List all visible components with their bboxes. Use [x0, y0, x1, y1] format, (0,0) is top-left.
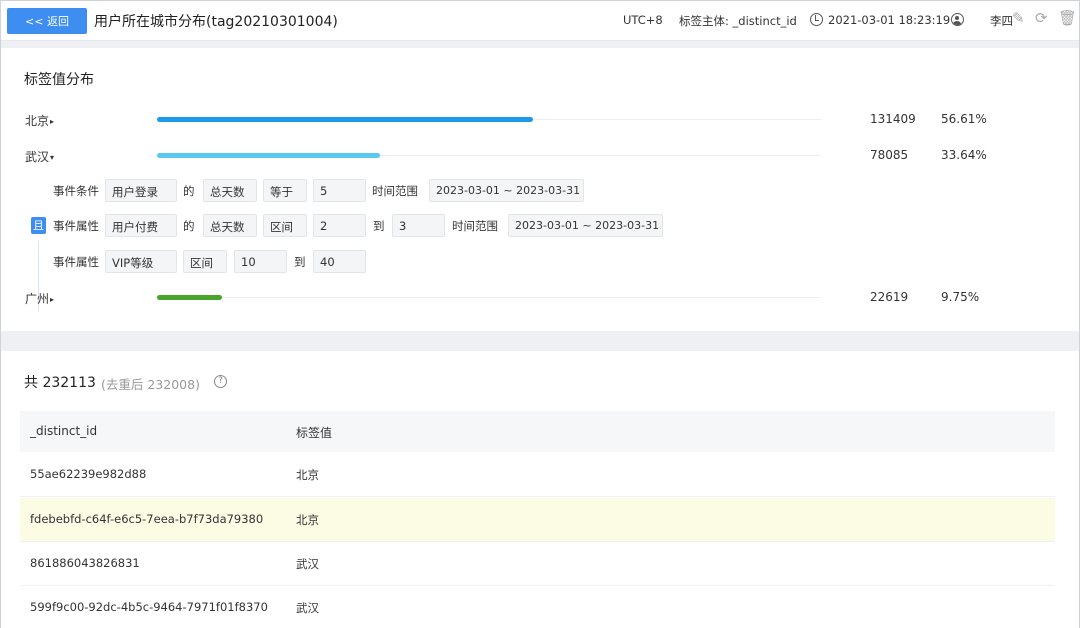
condition-label: 事件条件 — [53, 184, 99, 198]
user-list-panel: 共 232113 (去重后 232008) ? _distinct_id 标签值… — [1, 351, 1079, 628]
condition-label: 事件属性 — [53, 255, 99, 269]
range-from-input[interactable]: 2 — [313, 214, 366, 237]
back-button[interactable]: << 返回 — [7, 8, 87, 34]
percent: 33.64% — [941, 148, 987, 162]
distribution-row-wuhan: 武汉▾ 78085 33.64% — [1, 146, 1079, 166]
table-row[interactable]: 861886043826831 武汉 — [20, 542, 1055, 586]
caret-right-icon: ▸ — [50, 295, 55, 304]
table-row[interactable]: 55ae62239e982d88 北京 — [20, 453, 1055, 497]
total-count: 共 232113 — [24, 375, 96, 391]
cell-tag-value: 北京 — [296, 468, 319, 482]
user-icon — [951, 13, 964, 26]
distribution-row-beijing: 北京▸ 131409 56.61% — [1, 110, 1079, 130]
header: << 返回 用户所在城市分布(tag20210301004) UTC+8 标签主… — [1, 1, 1079, 41]
update-time: 2021-03-01 18:23:19 — [828, 13, 951, 27]
bar-track — [157, 297, 821, 298]
count: 22619 — [870, 290, 909, 304]
to-label: 到 — [373, 219, 385, 233]
metric-select[interactable]: 总天数 — [203, 179, 257, 202]
cell-id: 55ae62239e982d88 — [30, 467, 147, 481]
of-label: 的 — [183, 184, 195, 198]
range-to-input[interactable]: 40 — [313, 250, 366, 273]
condition-row-2: 事件属性 用户付费 的 总天数 区间 2 到 3 时间范围 2023-03-01… — [1, 214, 1079, 238]
date-range-picker[interactable]: 2023-03-01 ~ 2023-03-31 — [429, 179, 584, 202]
caret-right-icon: ▸ — [50, 117, 55, 126]
table-row[interactable]: fdebebfd-c64f-e6c5-7eea-b7f73da79380 北京 — [20, 498, 1055, 542]
delete-icon[interactable]: 🗑 — [1058, 11, 1077, 26]
to-label: 到 — [294, 255, 306, 269]
of-label: 的 — [183, 219, 195, 233]
refresh-icon[interactable]: ⟳ — [1035, 11, 1048, 26]
count: 78085 — [870, 148, 909, 162]
operator-select[interactable]: 区间 — [183, 250, 227, 273]
distribution-title: 标签值分布 — [24, 72, 94, 88]
time-range-label: 时间范围 — [452, 219, 498, 233]
help-icon[interactable]: ? — [214, 375, 227, 388]
property-select[interactable]: VIP等级 — [105, 250, 177, 273]
distribution-bar-beijing — [157, 117, 533, 122]
metric-select[interactable]: 总天数 — [203, 214, 257, 237]
operator-select[interactable]: 区间 — [263, 214, 307, 237]
tag-subject: 标签主体: _distinct_id — [679, 14, 797, 28]
range-from-input[interactable]: 10 — [234, 250, 287, 273]
condition-row-1: 事件条件 用户登录 的 总天数 等于 5 时间范围 2023-03-01 ~ 2… — [1, 179, 1079, 203]
timezone-label: UTC+8 — [623, 13, 663, 27]
page-title: 用户所在城市分布(tag20210301004) — [94, 14, 338, 30]
column-header-tag-value[interactable]: 标签值 — [296, 424, 332, 441]
city-toggle-guangzhou[interactable]: 广州▸ — [25, 290, 54, 307]
cell-tag-value: 北京 — [296, 513, 319, 527]
cell-tag-value: 武汉 — [296, 557, 319, 571]
table-header: _distinct_id 标签值 — [20, 411, 1055, 452]
range-to-input[interactable]: 3 — [392, 214, 445, 237]
table-row[interactable]: 599f9c00-92dc-4b5c-9464-7971f01f8370 武汉 — [20, 586, 1055, 628]
date-range-picker[interactable]: 2023-03-01 ~ 2023-03-31 — [508, 214, 663, 237]
city-toggle-beijing[interactable]: 北京▸ — [25, 112, 54, 129]
time-range-label: 时间范围 — [372, 184, 418, 198]
operator-select[interactable]: 等于 — [263, 179, 307, 202]
value-input[interactable]: 5 — [313, 179, 366, 202]
edit-icon[interactable]: ✎ — [1012, 11, 1025, 26]
column-header-id[interactable]: _distinct_id — [30, 424, 97, 438]
condition-label: 事件属性 — [53, 219, 99, 233]
cell-id: 599f9c00-92dc-4b5c-9464-7971f01f8370 — [30, 600, 268, 614]
distribution-row-guangzhou: 广州▸ 22619 9.75% — [1, 288, 1079, 308]
clock-icon — [810, 13, 823, 26]
event-select[interactable]: 用户登录 — [105, 179, 177, 202]
caret-down-icon: ▾ — [50, 153, 55, 162]
distribution-bar-guangzhou — [157, 295, 222, 300]
percent: 9.75% — [941, 290, 980, 304]
cell-id: fdebebfd-c64f-e6c5-7eea-b7f73da79380 — [30, 512, 264, 526]
owner-name: 李四 — [990, 14, 1013, 28]
dedup-count: (去重后 232008) — [101, 377, 200, 392]
condition-row-3: 事件属性 VIP等级 区间 10 到 40 — [1, 250, 1079, 274]
percent: 56.61% — [941, 112, 987, 126]
cell-tag-value: 武汉 — [296, 601, 319, 615]
event-select[interactable]: 用户付费 — [105, 214, 177, 237]
cell-id: 861886043826831 — [30, 556, 140, 570]
city-toggle-wuhan[interactable]: 武汉▾ — [25, 148, 54, 165]
distribution-panel: 标签值分布 北京▸ 131409 56.61% 武汉▾ 78085 33.64%… — [1, 48, 1079, 331]
app-window: << 返回 用户所在城市分布(tag20210301004) UTC+8 标签主… — [0, 0, 1080, 628]
count: 131409 — [870, 112, 916, 126]
distribution-bar-wuhan — [157, 153, 380, 158]
